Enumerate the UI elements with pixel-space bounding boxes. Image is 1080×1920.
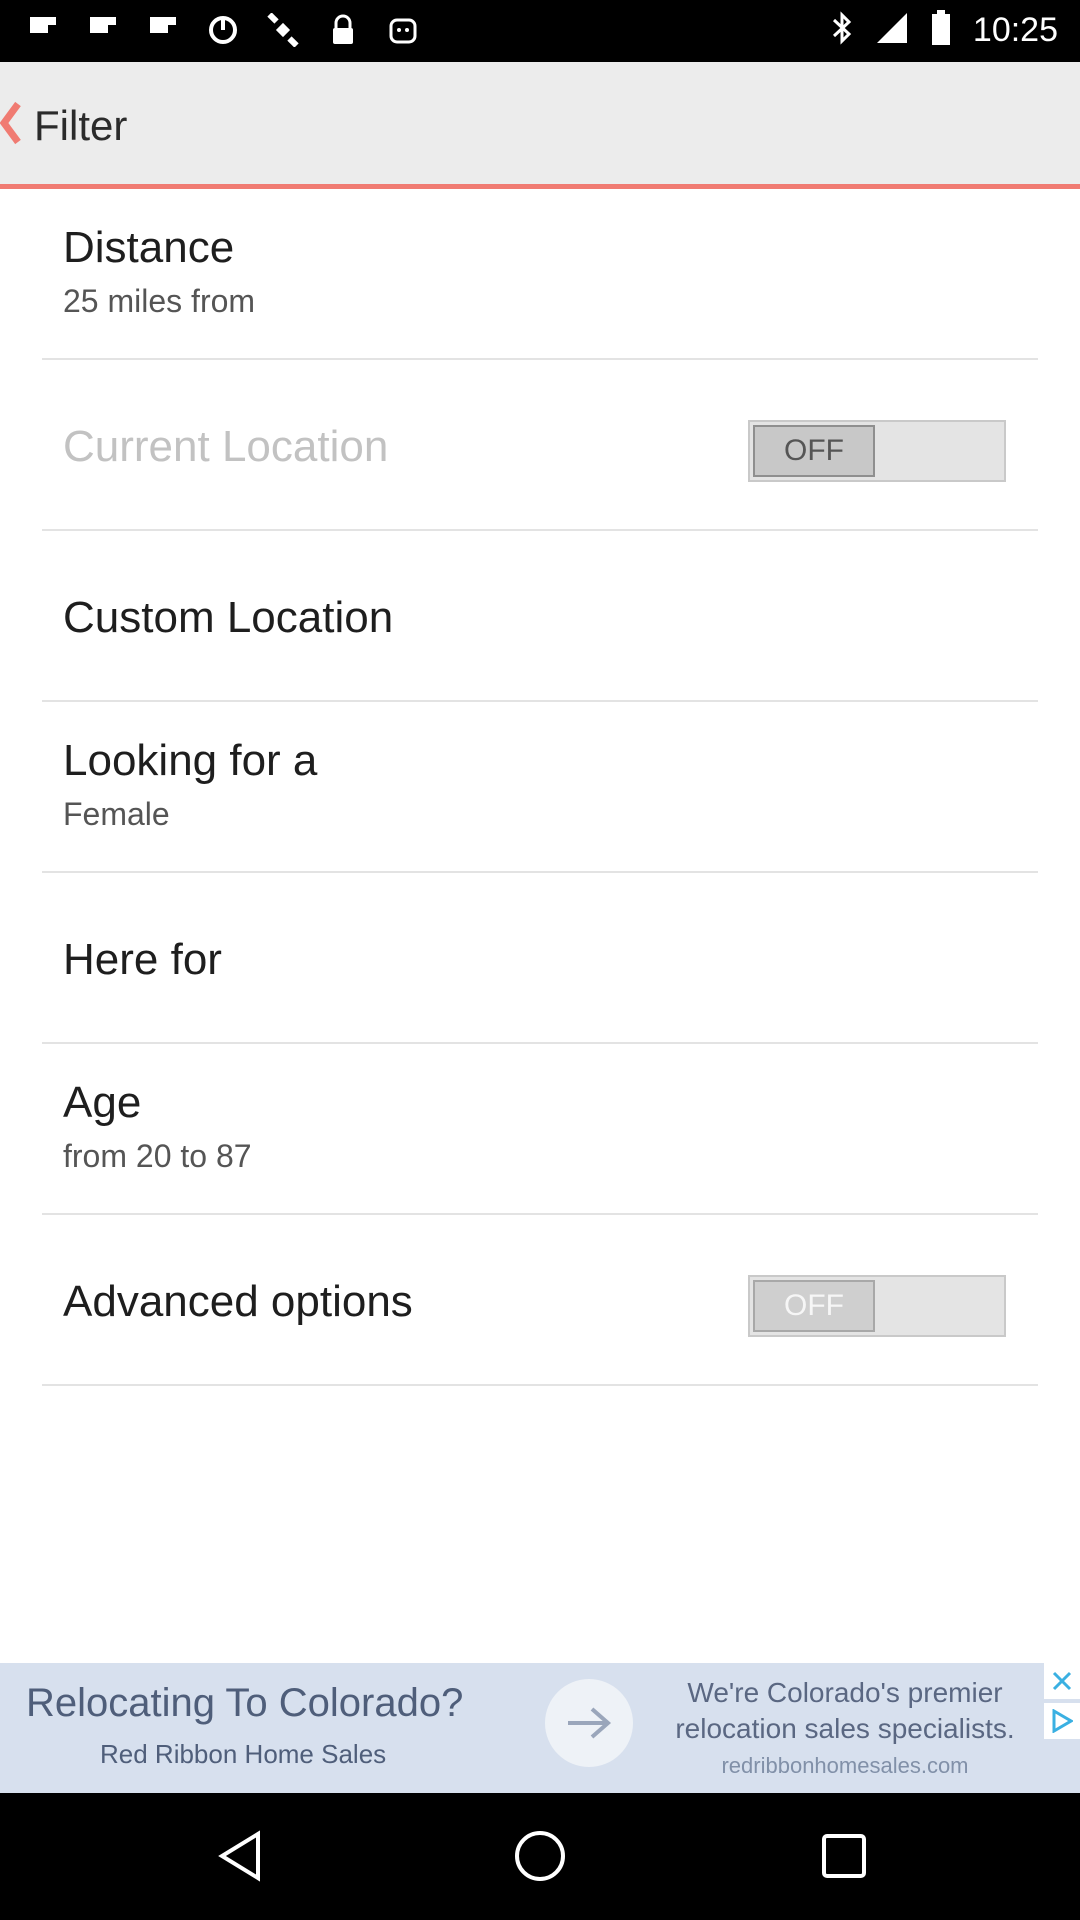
app-bar: Filter	[0, 62, 1080, 189]
system-icons: 10:25	[831, 10, 1058, 51]
chevron-left-icon[interactable]	[0, 100, 22, 146]
filter-title: Advanced options	[63, 1277, 413, 1326]
filter-title: Age	[63, 1078, 142, 1127]
ad-line-2: relocation sales specialists.	[675, 1713, 1015, 1744]
filter-title: Custom Location	[63, 593, 394, 642]
ad-brand: Red Ribbon Home Sales	[100, 1739, 387, 1769]
battery-icon	[931, 10, 951, 51]
filter-row-distance[interactable]: Distance 25 miles from	[42, 189, 1038, 360]
android-debug-icon	[386, 12, 420, 48]
advanced-options-toggle[interactable]: OFF	[748, 1275, 1006, 1337]
toggle-knob: OFF	[753, 425, 875, 477]
page-title[interactable]: Filter	[34, 102, 127, 150]
filter-row-custom-location[interactable]: Custom Location	[42, 531, 1038, 702]
filter-title: Looking for a	[63, 736, 318, 785]
system-navigation-bar	[0, 1793, 1080, 1920]
filter-subtitle: 25 miles from	[63, 283, 256, 319]
recents-nav-icon[interactable]	[814, 1826, 874, 1886]
filter-subtitle: Female	[63, 796, 170, 832]
notification-icons	[26, 12, 420, 48]
satellite-icon	[266, 12, 300, 48]
data-usage-icon	[206, 12, 240, 48]
filter-row-looking-for[interactable]: Looking for a Female	[42, 702, 1038, 873]
ad-url: redribbonhomesales.com	[721, 1753, 969, 1778]
filter-title: Current Location	[63, 422, 389, 471]
arrow-right-icon[interactable]	[545, 1679, 633, 1767]
back-nav-icon[interactable]	[210, 1826, 270, 1886]
close-icon[interactable]	[1044, 1663, 1080, 1699]
ad-banner[interactable]: Relocating To Colorado? Red Ribbon Home …	[0, 1663, 1080, 1793]
status-bar: 10:25	[0, 0, 1080, 62]
flipboard-icon	[146, 12, 180, 48]
ad-headline: Relocating To Colorado?	[26, 1681, 464, 1725]
signal-icon	[875, 11, 909, 50]
ad-line-1: We're Colorado's premier	[687, 1677, 1003, 1708]
current-location-toggle[interactable]: OFF	[748, 420, 1006, 482]
clock: 10:25	[972, 11, 1058, 49]
flipboard-icon	[86, 12, 120, 48]
toggle-knob: OFF	[753, 1280, 875, 1332]
filter-row-here-for[interactable]: Here for	[42, 873, 1038, 1044]
bluetooth-icon	[831, 10, 853, 51]
home-nav-icon[interactable]	[510, 1826, 570, 1886]
flipboard-icon	[26, 12, 60, 48]
adchoices-icon[interactable]	[1044, 1703, 1080, 1739]
filter-subtitle: from 20 to 87	[63, 1138, 252, 1174]
filter-row-advanced-options[interactable]: Advanced options OFF	[42, 1215, 1038, 1386]
filter-title: Here for	[63, 935, 222, 984]
filter-row-age[interactable]: Age from 20 to 87	[42, 1044, 1038, 1215]
filter-row-current-location[interactable]: Current Location OFF	[42, 360, 1038, 531]
lock-icon	[326, 12, 360, 48]
filter-title: Distance	[63, 223, 235, 272]
filter-list: Distance 25 miles from Current Location …	[0, 189, 1080, 1386]
